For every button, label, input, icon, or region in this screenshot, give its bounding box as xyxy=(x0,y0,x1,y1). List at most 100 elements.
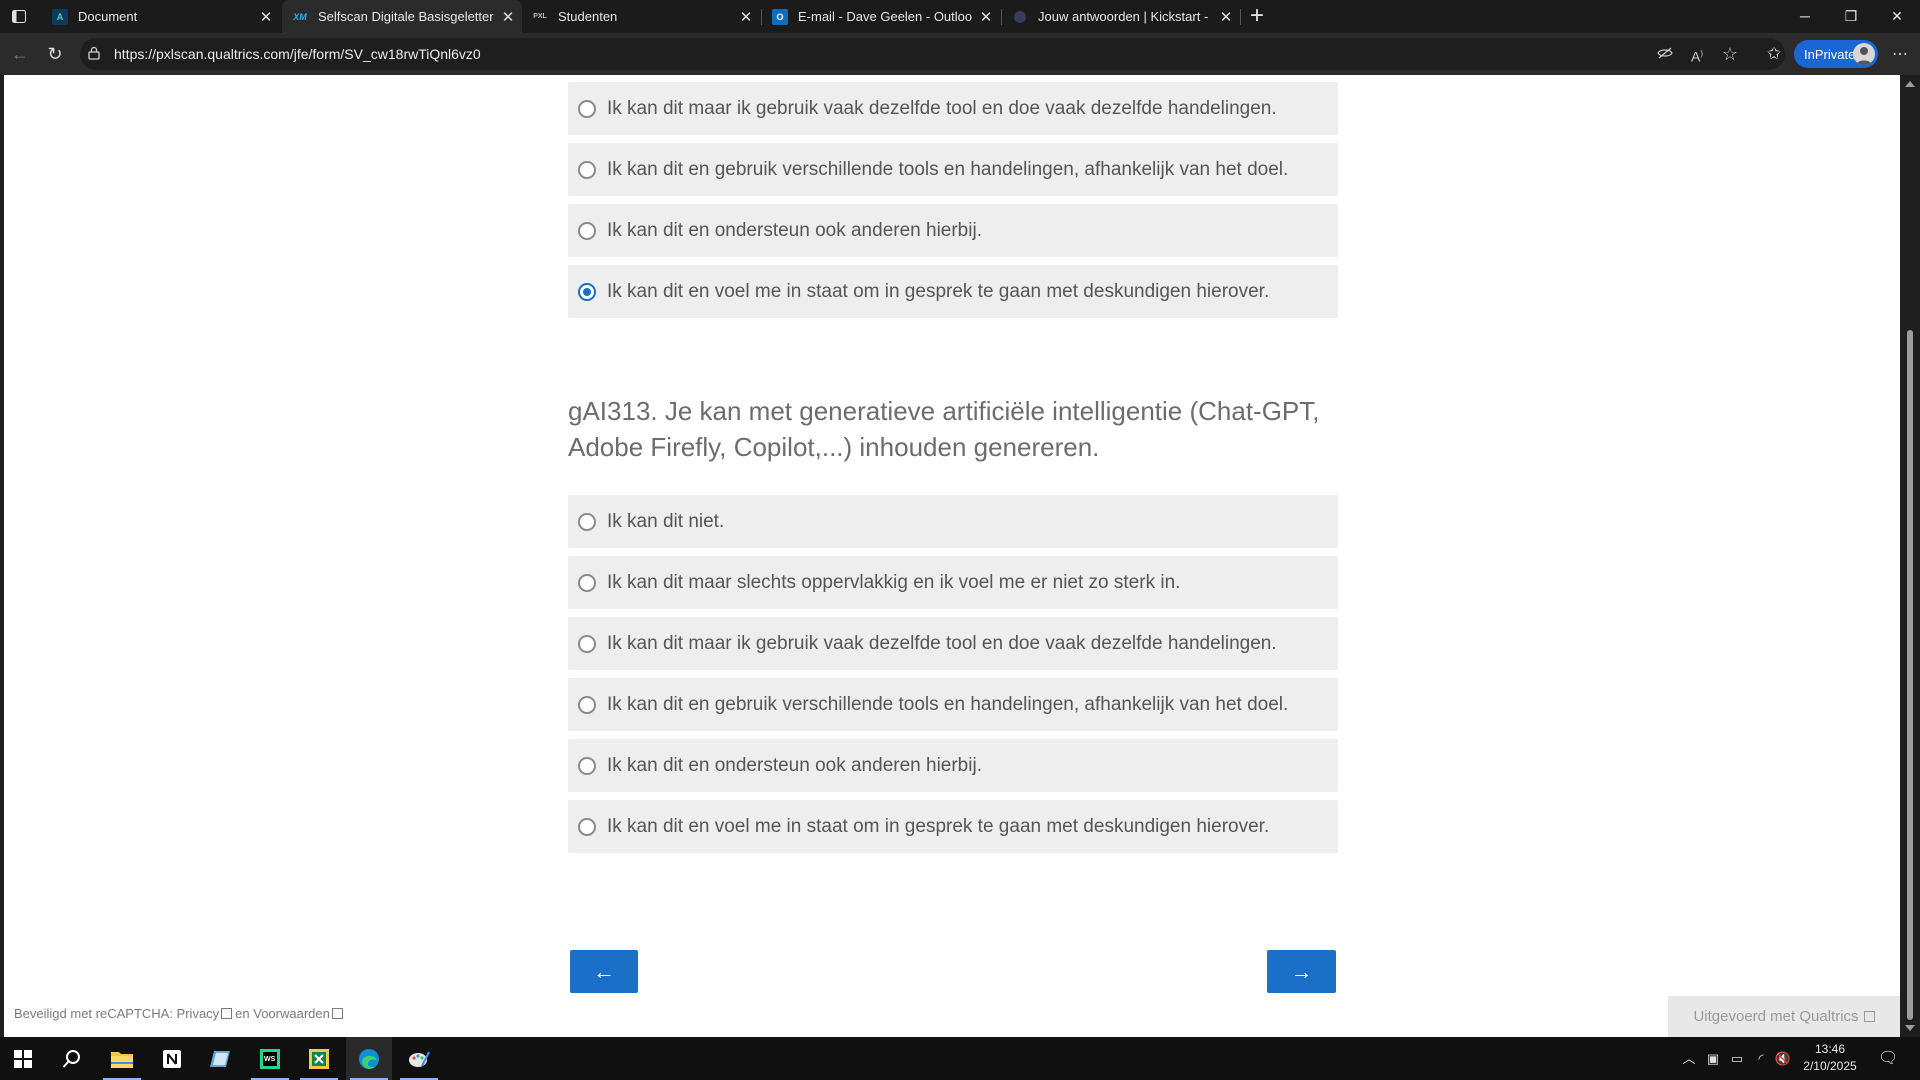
system-clock[interactable]: 13:46 2/10/2025 xyxy=(1792,1041,1868,1075)
kickstart-favicon-icon xyxy=(1012,9,1028,25)
start-button-icon[interactable] xyxy=(0,1037,46,1080)
radio-button[interactable] xyxy=(578,99,596,118)
external-link-icon xyxy=(1863,1011,1875,1022)
close-tab-icon[interactable]: ✕ xyxy=(972,8,1000,26)
tab-studenten[interactable]: PXL Studenten ✕ xyxy=(522,0,760,33)
radio-button-selected[interactable] xyxy=(578,282,596,301)
minimize-icon[interactable]: ─ xyxy=(1782,0,1828,33)
choice-4[interactable]: Ik kan dit en gebruik verschillende tool… xyxy=(568,678,1338,731)
close-tab-icon[interactable]: ✕ xyxy=(1212,8,1240,26)
tab-strip: A Document ✕ XM Selfscan Digitale Basisg… xyxy=(0,0,1920,33)
tab-title: Jouw antwoorden | Kickstart - Leren xyxy=(1038,9,1212,24)
lock-icon[interactable] xyxy=(88,46,100,65)
pxl-favicon-icon: PXL xyxy=(533,13,547,20)
meet-now-icon[interactable]: ▣ xyxy=(1704,1050,1722,1068)
read-aloud-icon[interactable]: A) xyxy=(1687,44,1707,65)
tracking-prevention-icon[interactable] xyxy=(1655,44,1675,64)
external-link-icon xyxy=(221,1008,233,1019)
choice-5[interactable]: Ik kan dit en ondersteun ook anderen hie… xyxy=(568,739,1338,792)
radio-button[interactable] xyxy=(578,634,596,653)
choice-label: Ik kan dit en ondersteun ook anderen hie… xyxy=(607,754,982,776)
scroll-down-icon[interactable] xyxy=(1905,1025,1915,1031)
clock-date: 2/10/2025 xyxy=(1803,1059,1857,1073)
notion-icon[interactable] xyxy=(149,1037,195,1080)
recaptcha-notice: Beveiligd met reCAPTCHA: Privacy en Voorw… xyxy=(14,1006,346,1021)
browser-toolbar: ← ↻ A) ☆ ✩ InPrivate ⋯ xyxy=(0,33,1920,75)
prev-choice-3[interactable]: Ik kan dit maar ik gebruik vaak dezelfde… xyxy=(568,82,1338,135)
vertical-scrollbar[interactable] xyxy=(1900,75,1920,1037)
scroll-up-icon[interactable] xyxy=(1905,81,1915,87)
tab-separator xyxy=(1240,9,1241,25)
tab-title: Selfscan Digitale Basisgeletterdheid xyxy=(318,9,494,24)
prev-choice-5[interactable]: Ik kan dit en ondersteun ook anderen hie… xyxy=(568,204,1338,257)
tab-title: Studenten xyxy=(558,9,618,24)
inprivate-button[interactable]: InPrivate xyxy=(1794,40,1878,68)
wifi-icon[interactable]: ◜ xyxy=(1752,1050,1770,1068)
choice-1[interactable]: Ik kan dit niet. xyxy=(568,495,1338,548)
choice-label: Ik kan dit en ondersteun ook anderen hie… xyxy=(607,219,982,241)
notes-app-icon[interactable] xyxy=(198,1037,244,1080)
radio-button[interactable] xyxy=(578,160,596,179)
back-button[interactable]: ← xyxy=(570,950,638,993)
back-icon[interactable]: ← xyxy=(8,42,32,66)
document-favicon-icon: A xyxy=(52,8,68,25)
choice-label: Ik kan dit maar slechts oppervlakkig en … xyxy=(607,571,1181,593)
prev-choice-6-selected[interactable]: Ik kan dit en voel me in staat om in ges… xyxy=(568,265,1338,318)
svg-text:WS: WS xyxy=(264,1056,276,1063)
tab-kickstart[interactable]: Jouw antwoorden | Kickstart - Leren ✕ xyxy=(1002,0,1240,33)
choice-label: Ik kan dit maar ik gebruik vaak dezelfde… xyxy=(607,632,1277,654)
paint-app-icon[interactable] xyxy=(396,1037,442,1080)
volume-muted-icon[interactable]: 🔇 xyxy=(1774,1050,1792,1068)
battery-icon[interactable]: ▭ xyxy=(1728,1050,1746,1068)
choice-6[interactable]: Ik kan dit en voel me in staat om in ges… xyxy=(568,800,1338,853)
webstorm-icon[interactable]: WS xyxy=(247,1037,293,1080)
profile-avatar-icon xyxy=(1853,43,1875,65)
close-tab-icon[interactable]: ✕ xyxy=(732,8,760,26)
favorites-icon[interactable]: ✩ xyxy=(1762,42,1786,66)
choice-label: Ik kan dit en gebruik verschillende tool… xyxy=(607,693,1289,715)
scrollbar-thumb[interactable] xyxy=(1907,330,1913,1020)
radio-button[interactable] xyxy=(578,695,596,714)
powered-by-label: Uitgevoerd met Qualtrics xyxy=(1693,1008,1859,1025)
tab-actions-icon[interactable] xyxy=(8,6,30,26)
tab-outlook[interactable]: O E-mail - Dave Geelen - Outlook ✕ xyxy=(762,0,1000,33)
tab-selfscan[interactable]: XM Selfscan Digitale Basisgeletterdheid … xyxy=(282,0,522,33)
radio-button[interactable] xyxy=(578,573,596,592)
refresh-icon[interactable]: ↻ xyxy=(43,42,67,66)
settings-more-icon[interactable]: ⋯ xyxy=(1888,42,1912,66)
url-input[interactable] xyxy=(114,38,1614,70)
tab-document[interactable]: A Document ✕ xyxy=(42,0,280,33)
powered-by-qualtrics-link[interactable]: Uitgevoerd met Qualtrics xyxy=(1668,996,1900,1037)
excel-like-app-icon[interactable] xyxy=(296,1037,342,1080)
favorite-star-icon[interactable]: ☆ xyxy=(1720,44,1740,64)
radio-button[interactable] xyxy=(578,512,596,531)
tab-title: Document xyxy=(78,9,138,24)
question-text: gAI313. Je kan met generatieve artificië… xyxy=(568,396,1320,462)
choice-label: Ik kan dit en voel me in staat om in ges… xyxy=(607,280,1270,302)
radio-button[interactable] xyxy=(578,221,596,240)
recaptcha-privacy-link[interactable]: Beveiligd met reCAPTCHA: Privacy xyxy=(14,1006,219,1021)
file-explorer-icon[interactable] xyxy=(99,1037,145,1080)
qualtrics-favicon-icon: XM xyxy=(293,11,307,22)
edge-browser-icon[interactable] xyxy=(346,1037,392,1080)
search-icon[interactable] xyxy=(49,1037,95,1080)
new-tab-icon[interactable]: + xyxy=(1244,4,1270,30)
recaptcha-terms-link[interactable]: en Voorwaarden xyxy=(235,1006,330,1021)
windows-taskbar: WS ︿ ▣ ▭ ◜ 🔇 13:46 2/10/2025 🗨 xyxy=(0,1037,1920,1080)
choice-3[interactable]: Ik kan dit maar ik gebruik vaak dezelfde… xyxy=(568,617,1338,670)
address-bar[interactable]: A) ☆ xyxy=(80,38,1785,70)
radio-button[interactable] xyxy=(578,756,596,775)
choice-label: Ik kan dit niet. xyxy=(607,510,725,532)
choice-label: Ik kan dit en gebruik verschillende tool… xyxy=(607,158,1289,180)
show-hidden-icons-icon[interactable]: ︿ xyxy=(1680,1050,1698,1068)
close-tab-icon[interactable]: ✕ xyxy=(494,8,522,26)
prev-choice-4[interactable]: Ik kan dit en gebruik verschillende tool… xyxy=(568,143,1338,196)
close-tab-icon[interactable]: ✕ xyxy=(252,8,280,26)
radio-button[interactable] xyxy=(578,817,596,836)
close-window-icon[interactable]: ✕ xyxy=(1874,0,1920,33)
notifications-icon[interactable]: 🗨 xyxy=(1878,1050,1898,1068)
restore-icon[interactable]: ❐ xyxy=(1828,0,1874,33)
next-button[interactable]: → xyxy=(1267,950,1336,993)
choice-label: Ik kan dit maar ik gebruik vaak dezelfde… xyxy=(607,97,1277,119)
choice-2[interactable]: Ik kan dit maar slechts oppervlakkig en … xyxy=(568,556,1338,609)
